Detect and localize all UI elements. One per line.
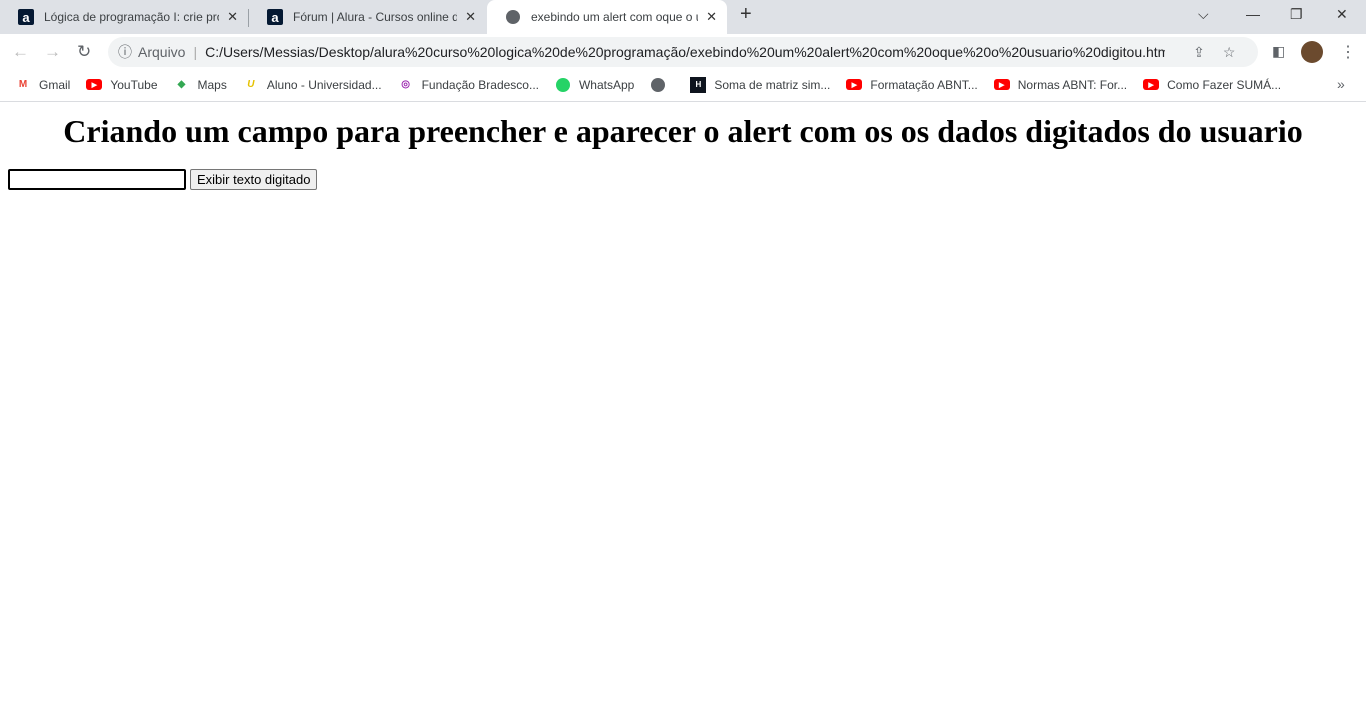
bookmark-label: YouTube xyxy=(110,77,158,92)
youtube-icon: ▶ xyxy=(1143,79,1160,90)
share-icon[interactable]: ⇪ xyxy=(1193,44,1205,61)
alura-icon: a xyxy=(267,9,283,25)
bookmark-como-fazer-sumario[interactable]: ▶ Como Fazer SUMÁ... xyxy=(1143,78,1281,92)
show-text-button[interactable]: Exibir texto digitado xyxy=(190,169,318,190)
unopar-icon: U xyxy=(247,79,255,90)
bookmark-label: Maps xyxy=(197,77,227,92)
security-label: Arquivo xyxy=(138,44,186,60)
bookmarks-bar: M Gmail ▶ YouTube ◆ Maps U Aluno - Universid… xyxy=(0,68,1366,102)
close-tab-icon[interactable]: ✕ xyxy=(465,9,476,25)
youtube-icon: ▶ xyxy=(993,79,1010,90)
bookmark-bradesco[interactable]: ◎ Fundação Bradesco... xyxy=(398,77,539,93)
bookmark-soma-matriz[interactable]: H Soma de matriz sim... xyxy=(690,76,831,93)
text-input[interactable] xyxy=(8,169,186,190)
divider: | xyxy=(193,44,198,60)
bookmark-label: Formatação ABNT... xyxy=(870,77,978,92)
close-tab-icon[interactable]: ✕ xyxy=(706,9,717,25)
hackerrank-icon: H xyxy=(690,76,707,93)
tab-title: Lógica de programação I: crie pro xyxy=(44,10,220,24)
bookmark-label: Fundação Bradesco... xyxy=(421,77,539,92)
whatsapp-icon xyxy=(555,77,571,93)
globe-icon xyxy=(505,9,521,25)
avatar[interactable] xyxy=(1301,41,1323,63)
bookmark-aluno[interactable]: U Aluno - Universidad... xyxy=(243,77,382,93)
tab-logica[interactable]: a Lógica de programação I: crie pro ✕ xyxy=(0,0,248,34)
new-tab-button[interactable]: + xyxy=(740,3,752,26)
bookmark-gmail[interactable]: M Gmail xyxy=(15,77,71,93)
globe-icon xyxy=(650,77,666,93)
page-heading: Criando um campo para preencher e aparec… xyxy=(63,113,1303,149)
bookmark-label: Soma de matriz sim... xyxy=(714,77,831,92)
bradesco-icon: ◎ xyxy=(401,79,410,90)
tab-title: exebindo um alert com oque o u xyxy=(531,10,699,24)
address-bar[interactable]: ⓘ Arquivo | C:/Users/Messias/Desktop/alu… xyxy=(108,37,1258,67)
bookmark-globe[interactable] xyxy=(650,77,674,93)
bookmark-label: Gmail xyxy=(39,77,71,92)
tab-strip: a Lógica de programação I: crie pro ✕ a … xyxy=(0,0,1366,34)
url-text[interactable]: C:/Users/Messias/Desktop/alura%20curso%2… xyxy=(205,44,1165,60)
bookmark-whatsapp[interactable]: WhatsApp xyxy=(555,77,634,93)
bookmark-label: WhatsApp xyxy=(578,77,635,92)
star-icon[interactable]: ☆ xyxy=(1223,44,1236,61)
bookmark-label: Normas ABNT: For... xyxy=(1017,77,1128,92)
info-icon[interactable]: ⓘ xyxy=(118,42,132,62)
gmail-icon: M xyxy=(18,79,28,90)
bookmark-maps[interactable]: ◆ Maps xyxy=(174,77,227,93)
bookmark-youtube[interactable]: ▶ YouTube xyxy=(86,77,158,92)
bookmark-label: Como Fazer SUMÁ... xyxy=(1167,77,1282,92)
tab-forum[interactable]: a Fórum | Alura - Cursos online de ✕ xyxy=(249,0,486,34)
minimize-button[interactable]: — xyxy=(1246,6,1260,22)
forward-icon[interactable]: → xyxy=(44,42,61,62)
alura-icon: a xyxy=(18,9,34,25)
bookmark-normas-abnt[interactable]: ▶ Normas ABNT: For... xyxy=(993,77,1128,92)
tab-title: Fórum | Alura - Cursos online de xyxy=(293,10,458,24)
menu-icon[interactable]: ⋮ xyxy=(1340,42,1356,62)
maps-icon: ◆ xyxy=(177,79,186,90)
tab-active[interactable]: exebindo um alert com oque o u ✕ xyxy=(487,0,727,34)
side-panel-icon[interactable]: ◧ xyxy=(1272,43,1285,60)
tab-search-icon[interactable]: ⌵ xyxy=(1198,6,1209,23)
close-window-button[interactable]: ✕ xyxy=(1336,6,1348,23)
back-icon[interactable]: ← xyxy=(12,42,29,62)
youtube-icon: ▶ xyxy=(86,79,103,90)
close-tab-icon[interactable]: ✕ xyxy=(227,9,238,25)
more-bookmarks-icon[interactable]: » xyxy=(1337,76,1345,92)
restore-button[interactable]: ❐ xyxy=(1290,6,1303,23)
toolbar: ← → ↻ ⓘ Arquivo | C:/Users/Messias/Deskt… xyxy=(0,34,1366,68)
bookmark-label: Aluno - Universidad... xyxy=(266,77,382,92)
reload-icon[interactable]: ↻ xyxy=(77,42,91,62)
youtube-icon: ▶ xyxy=(846,79,863,90)
input-form: Exibir texto digitado xyxy=(8,169,1366,190)
bookmark-formatacao-abnt[interactable]: ▶ Formatação ABNT... xyxy=(846,77,978,92)
